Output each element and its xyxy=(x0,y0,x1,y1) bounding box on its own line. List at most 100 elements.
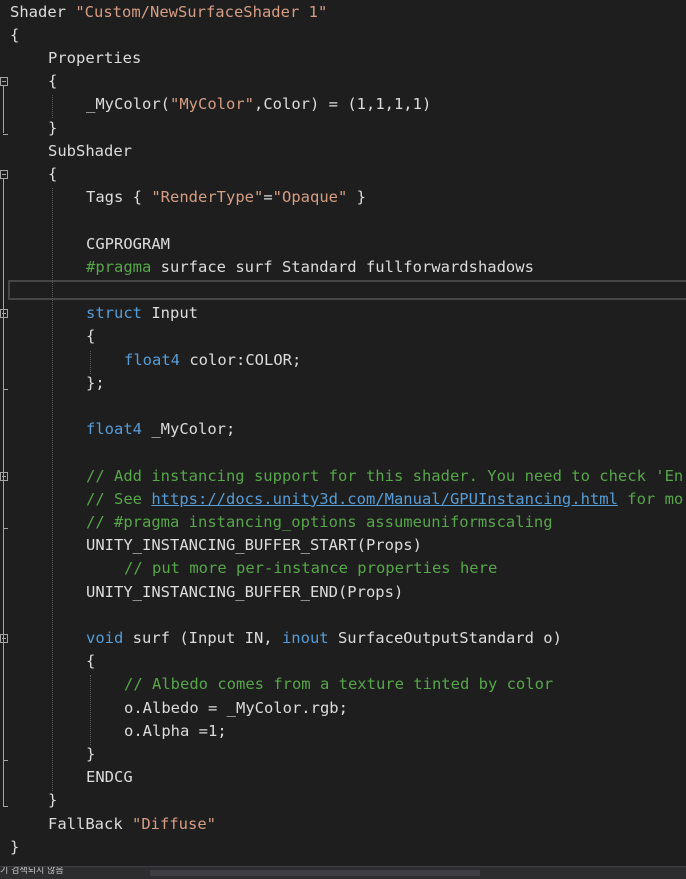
indent-guide xyxy=(52,95,53,119)
code-line[interactable]: // put more per-instance properties here xyxy=(0,557,686,580)
code-token: #pragma xyxy=(86,257,152,276)
code-line[interactable]: _MyColor("MyColor",Color) = (1,1,1,1) xyxy=(0,93,686,116)
code-line[interactable]: UNITY_INSTANCING_BUFFER_END(Props) xyxy=(0,581,686,604)
code-token: FallBack xyxy=(48,814,132,833)
code-line[interactable]: UNITY_INSTANCING_BUFFER_START(Props) xyxy=(0,534,686,557)
code-token: "Diffuse" xyxy=(132,814,216,833)
code-token: } xyxy=(86,744,96,763)
code-token: // Add instancing support for this shade… xyxy=(86,466,684,485)
code-token: // See xyxy=(86,489,152,508)
collapse-toggle-icon[interactable] xyxy=(0,471,8,481)
code-line[interactable]: float4 _MyColor; xyxy=(0,418,686,441)
code-token: o.Albedo = _MyColor.rgb; xyxy=(124,698,348,717)
code-token: "MyColor" xyxy=(170,95,254,114)
code-line[interactable]: Shader "Custom/NewSurfaceShader 1" xyxy=(0,1,686,24)
code-line[interactable]: { xyxy=(0,70,686,93)
code-token: float4 xyxy=(86,420,142,439)
code-line[interactable]: } xyxy=(0,789,686,812)
code-token: }; xyxy=(86,373,105,392)
link-text[interactable]: https://docs.unity3d.com/Manual/GPUInsta… xyxy=(151,490,618,508)
code-token: } xyxy=(48,791,58,810)
fold-end-mark xyxy=(3,388,8,390)
code-token: = xyxy=(263,188,273,207)
code-token: Shader xyxy=(10,2,76,21)
indent-guide xyxy=(90,350,91,374)
code-token: Tags { xyxy=(86,188,152,207)
code-line[interactable]: float4 color:COLOR; xyxy=(0,349,686,372)
code-token: "Custom/NewSurfaceShader 1" xyxy=(75,2,328,21)
code-line[interactable]: // Albedo comes from a texture tinted by… xyxy=(0,673,686,696)
code-token: SubShader xyxy=(48,141,132,160)
code-line[interactable]: SubShader xyxy=(0,140,686,163)
code-line[interactable]: CGPROGRAM xyxy=(0,233,686,256)
code-line[interactable] xyxy=(0,279,686,302)
code-token: UNITY_INSTANCING_BUFFER_END(Props) xyxy=(86,582,404,601)
collapse-toggle-icon[interactable] xyxy=(0,633,8,643)
code-line[interactable]: Tags { "RenderType"="Opaque" } xyxy=(0,186,686,209)
code-line[interactable]: ENDCG xyxy=(0,766,686,789)
code-line[interactable]: } xyxy=(0,743,686,766)
code-line[interactable]: { xyxy=(0,163,686,186)
fold-guide xyxy=(3,642,4,760)
code-line[interactable] xyxy=(0,441,686,464)
fold-end-mark xyxy=(3,759,8,761)
code-line[interactable] xyxy=(0,209,686,232)
code-line[interactable]: o.Alpha =1; xyxy=(0,720,686,743)
code-token: surf (Input IN, xyxy=(123,628,282,647)
code-token: Properties xyxy=(48,48,142,67)
code-token: { xyxy=(48,72,58,91)
code-line[interactable]: { xyxy=(0,24,686,47)
code-line[interactable]: // Add instancing support for this shade… xyxy=(0,465,686,488)
code-line[interactable]: // See https://docs.unity3d.com/Manual/G… xyxy=(0,488,686,511)
indent-guide xyxy=(52,188,53,792)
code-line[interactable]: // #pragma instancing_options assumeunif… xyxy=(0,511,686,534)
code-line[interactable] xyxy=(0,604,686,627)
code-line[interactable]: }; xyxy=(0,372,686,395)
code-token: _MyColor; xyxy=(142,420,236,439)
code-token: ENDCG xyxy=(86,768,133,787)
collapse-toggle-icon[interactable] xyxy=(0,309,8,319)
code-token: surface surf Standard fullforwardshadows xyxy=(151,257,534,276)
code-line[interactable]: Properties xyxy=(0,47,686,70)
code-editor[interactable]: Shader "Custom/NewSurfaceShader 1"{Prope… xyxy=(0,0,686,866)
code-token: SurfaceOutputStandard o) xyxy=(328,628,562,647)
collapse-toggle-icon[interactable] xyxy=(0,77,8,87)
fold-end-mark xyxy=(3,527,8,529)
code-line[interactable]: } xyxy=(0,836,686,859)
code-line[interactable]: void surf (Input IN, inout SurfaceOutput… xyxy=(0,627,686,650)
code-token: { xyxy=(48,164,58,183)
code-token: CGPROGRAM xyxy=(86,234,170,253)
code-token: // Albedo comes from a texture tinted by… xyxy=(124,675,554,694)
code-line[interactable]: FallBack "Diffuse" xyxy=(0,813,686,836)
fold-guide xyxy=(3,318,4,389)
code-token: { xyxy=(86,327,96,346)
code-token: float4 xyxy=(124,350,180,369)
code-line[interactable]: } xyxy=(0,117,686,140)
code-token: color:COLOR; xyxy=(180,350,302,369)
code-token: { xyxy=(10,25,20,44)
code-token: "RenderType" xyxy=(151,188,264,207)
indent-guide xyxy=(90,675,91,745)
fold-guide xyxy=(3,480,4,528)
fold-end-mark xyxy=(3,806,8,808)
status-bar: 기 검색되지 않음 xyxy=(0,866,686,879)
code-token: struct xyxy=(86,304,142,323)
code-line[interactable]: { xyxy=(0,650,686,673)
code-token: o.Alpha =1; xyxy=(124,721,227,740)
code-token: _MyColor( xyxy=(86,95,170,114)
code-token: inout xyxy=(281,628,329,647)
code-token: { xyxy=(86,652,96,671)
horizontal-scrollbar[interactable] xyxy=(150,870,480,876)
code-token: // put more per-instance properties here xyxy=(124,559,498,578)
code-line[interactable]: o.Albedo = _MyColor.rgb; xyxy=(0,697,686,720)
code-line[interactable]: struct Input xyxy=(0,302,686,325)
code-line[interactable]: { xyxy=(0,325,686,348)
code-line[interactable]: #pragma surface surf Standard fullforwar… xyxy=(0,256,686,279)
collapse-toggle-icon[interactable] xyxy=(0,169,8,179)
fold-end-mark xyxy=(3,133,8,135)
code-line[interactable] xyxy=(0,395,686,418)
code-token: UNITY_INSTANCING_BUFFER_START(Props) xyxy=(86,536,422,555)
status-text: 기 검색되지 않음 xyxy=(0,866,64,876)
code-token: void xyxy=(86,628,124,647)
code-token: Input xyxy=(142,304,198,323)
